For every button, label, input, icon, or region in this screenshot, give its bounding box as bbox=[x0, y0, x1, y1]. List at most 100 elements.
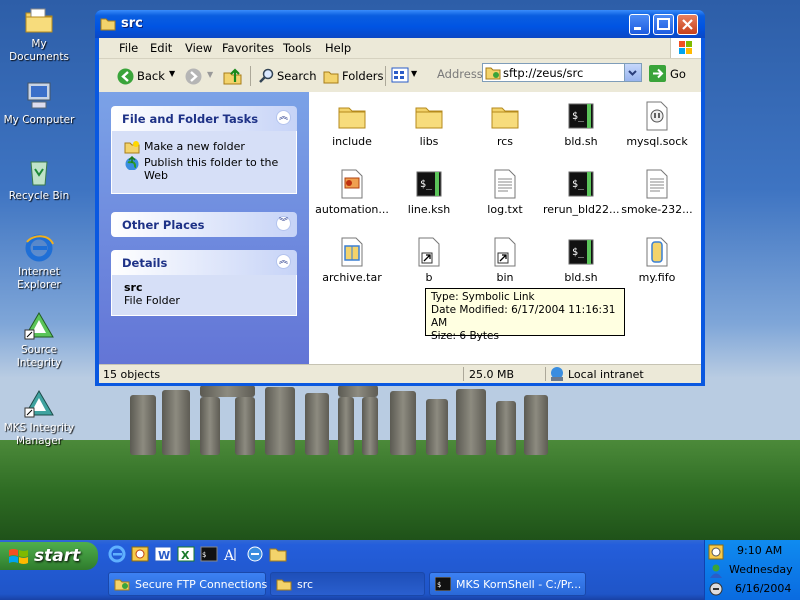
close-icon bbox=[682, 19, 693, 30]
other-places-header[interactable]: Other Places ︾ bbox=[111, 212, 297, 237]
forward-button[interactable]: ▼ bbox=[185, 68, 215, 86]
network-tray-icon[interactable] bbox=[708, 581, 724, 597]
internet-explorer-icon bbox=[23, 232, 55, 264]
taskbar-task-secure-ftp[interactable]: Secure FTP Connections bbox=[108, 572, 267, 596]
menu-favorites[interactable]: Favorites bbox=[222, 41, 274, 55]
folder-icon bbox=[413, 100, 445, 132]
menu-edit[interactable]: Edit bbox=[150, 41, 172, 55]
file-item[interactable]: archive.tar bbox=[314, 236, 390, 284]
quicklaunch-folder-icon[interactable] bbox=[269, 545, 287, 563]
file-item-label: libs bbox=[419, 135, 439, 148]
symlink-icon bbox=[489, 236, 521, 268]
svg-text:X: X bbox=[181, 549, 190, 562]
menu-file[interactable]: File bbox=[119, 41, 138, 55]
back-button[interactable]: Back ▼ bbox=[113, 65, 179, 87]
close-button[interactable] bbox=[677, 14, 698, 35]
file-item[interactable]: automation... bbox=[314, 168, 390, 216]
file-item[interactable]: log.txt bbox=[467, 168, 543, 216]
user-tray-icon[interactable] bbox=[708, 563, 724, 579]
quicklaunch-internet-explorer-icon[interactable] bbox=[108, 545, 126, 563]
quicklaunch-font-icon[interactable]: A bbox=[223, 545, 241, 563]
file-item[interactable]: bin bbox=[467, 236, 543, 284]
file-item[interactable]: my.fifo bbox=[619, 236, 695, 284]
maximize-button[interactable] bbox=[653, 14, 674, 35]
html-document-icon bbox=[336, 168, 368, 200]
clock-tray-icon[interactable] bbox=[708, 544, 724, 560]
window-titlebar[interactable]: src bbox=[95, 10, 705, 38]
file-item[interactable]: mysql.sock bbox=[619, 100, 695, 148]
details-name: src bbox=[124, 281, 143, 294]
text-file-icon bbox=[641, 168, 673, 200]
start-button[interactable]: start bbox=[0, 542, 98, 570]
computer-icon bbox=[23, 80, 55, 112]
expand-chevron-icon[interactable]: ︾ bbox=[276, 216, 291, 231]
file-item-label: bin bbox=[496, 271, 514, 284]
details-header[interactable]: Details ︽ bbox=[111, 250, 297, 275]
file-item-label: bld.sh bbox=[564, 271, 598, 284]
archive-icon bbox=[336, 236, 368, 268]
file-item[interactable]: $_ bld.sh bbox=[543, 236, 619, 284]
collapse-chevron-icon[interactable]: ︽ bbox=[276, 254, 291, 269]
quicklaunch-word-icon[interactable]: W bbox=[154, 545, 172, 563]
quicklaunch-network-icon[interactable] bbox=[246, 545, 264, 563]
details-panel: Details ︽ src File Folder bbox=[111, 250, 297, 316]
back-dropdown-icon[interactable]: ▼ bbox=[169, 69, 175, 78]
svg-text:$_: $_ bbox=[572, 179, 585, 190]
quicklaunch-excel-icon[interactable]: X bbox=[177, 545, 195, 563]
desktop-icon-my-documents[interactable]: My Documents bbox=[0, 4, 78, 64]
folder-icon bbox=[489, 100, 521, 132]
make-new-folder-link[interactable]: Make a new folder bbox=[122, 140, 286, 154]
minimize-icon bbox=[634, 27, 641, 30]
desktop-icon-mks-integrity-manager[interactable]: MKS Integrity Manager bbox=[0, 388, 78, 448]
forward-dropdown-icon: ▼ bbox=[207, 70, 214, 79]
details-type: File Folder bbox=[124, 294, 180, 307]
file-item[interactable]: $_ bld.sh bbox=[543, 100, 619, 148]
back-arrow-icon bbox=[117, 68, 134, 85]
svg-text:$_: $_ bbox=[572, 247, 585, 258]
file-item-label: bld.sh bbox=[564, 135, 598, 148]
new-folder-icon bbox=[124, 141, 140, 154]
status-zone: Local intranet bbox=[568, 368, 644, 381]
taskbar-task-mks-kornshell[interactable]: $ MKS KornShell - C:/Pr... bbox=[429, 572, 586, 596]
file-item[interactable]: b bbox=[391, 236, 467, 284]
publish-folder-web-link[interactable]: Publish this folder to the Web bbox=[122, 156, 286, 182]
kornshell-icon: $ bbox=[435, 577, 451, 591]
desktop-icon-recycle-bin[interactable]: Recycle Bin bbox=[0, 156, 78, 203]
collapse-chevron-icon[interactable]: ︽ bbox=[276, 110, 291, 125]
file-item[interactable]: $_ line.ksh bbox=[391, 168, 467, 216]
address-label: Address bbox=[437, 67, 483, 81]
windows-logo-icon bbox=[670, 38, 701, 58]
go-arrow-icon bbox=[649, 65, 666, 82]
menu-help[interactable]: Help bbox=[325, 41, 351, 55]
menu-view[interactable]: View bbox=[185, 41, 212, 55]
address-dropdown-button[interactable] bbox=[624, 64, 641, 81]
minimize-button[interactable] bbox=[629, 14, 650, 35]
file-folder-tasks-header[interactable]: File and Folder Tasks ︽ bbox=[111, 106, 297, 131]
folder-documents-icon bbox=[23, 4, 55, 36]
symlink-tooltip: Type: Symbolic Link Date Modified: 6/17/… bbox=[425, 288, 625, 342]
views-dropdown-icon: ▼ bbox=[411, 69, 418, 78]
publish-web-icon bbox=[125, 156, 139, 170]
menu-tools[interactable]: Tools bbox=[283, 41, 311, 55]
file-item[interactable]: rcs bbox=[467, 100, 543, 148]
file-item[interactable]: include bbox=[314, 100, 390, 148]
quicklaunch-shell-icon[interactable]: $ bbox=[200, 545, 218, 563]
desktop-icon-my-computer[interactable]: My Computer bbox=[0, 80, 78, 127]
file-item[interactable]: libs bbox=[391, 100, 467, 148]
taskbar-task-src[interactable]: src bbox=[270, 572, 425, 596]
other-places-panel: Other Places ︾ bbox=[111, 212, 297, 237]
up-folder-button[interactable] bbox=[223, 66, 243, 86]
quicklaunch-outlook-icon[interactable] bbox=[131, 545, 149, 563]
desktop-icon-source-integrity[interactable]: Source Integrity bbox=[0, 310, 78, 370]
file-item[interactable]: smoke-232... bbox=[619, 168, 695, 216]
desktop-icon-internet-explorer[interactable]: Internet Explorer bbox=[0, 232, 78, 292]
svg-text:A: A bbox=[223, 548, 235, 563]
shell-script-icon: $_ bbox=[565, 236, 597, 268]
folders-button[interactable]: Folders bbox=[321, 65, 384, 87]
file-item[interactable]: $_ rerun_bld22... bbox=[543, 168, 620, 216]
views-grid-icon bbox=[391, 67, 409, 83]
address-field[interactable]: sftp://zeus/src bbox=[482, 63, 642, 82]
window-title: src bbox=[121, 16, 143, 31]
search-button[interactable]: Search bbox=[256, 65, 317, 87]
views-button[interactable]: ▼ bbox=[391, 67, 419, 85]
